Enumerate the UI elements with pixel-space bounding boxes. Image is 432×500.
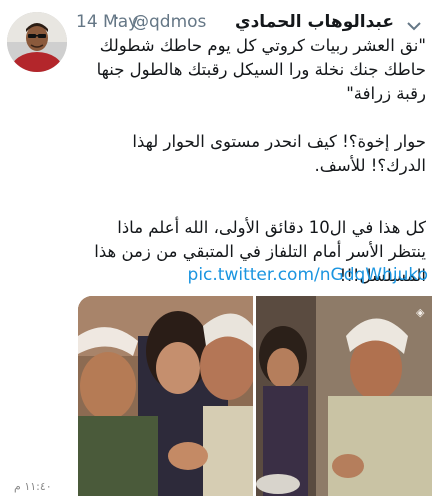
status-bar: ١١:٤٠ م [0, 478, 80, 500]
chevron-down-icon[interactable] [407, 16, 421, 31]
separator-dot: · [114, 9, 120, 29]
media-image-right: ◈ [256, 296, 432, 496]
svg-text:◈: ◈ [416, 306, 425, 319]
user-handle[interactable]: @qdmos [132, 12, 206, 32]
media-link[interactable]: pic.twitter.com/nGdqWhjuko [188, 265, 428, 285]
tweet-paragraph-1: "نق العشر ربيات كروتي كل يوم حاطك شطولك … [96, 36, 426, 103]
tweet-media[interactable]: ◈ [78, 296, 432, 496]
status-time: ١١:٤٠ م [14, 480, 52, 493]
media-image-left [78, 296, 256, 496]
tweet-date[interactable]: 14 May [76, 12, 138, 32]
display-name[interactable]: عبدالوهاب الحمادي [235, 12, 394, 32]
tweet-paragraph-2: حوار إخوة؟! كيف انحدر مستوى الحوار لهذا … [132, 132, 426, 175]
avatar[interactable] [7, 12, 67, 72]
tweet-card[interactable]: 14 May · @qdmos عبدالوهاب الحمادي "نق ال… [0, 0, 432, 500]
